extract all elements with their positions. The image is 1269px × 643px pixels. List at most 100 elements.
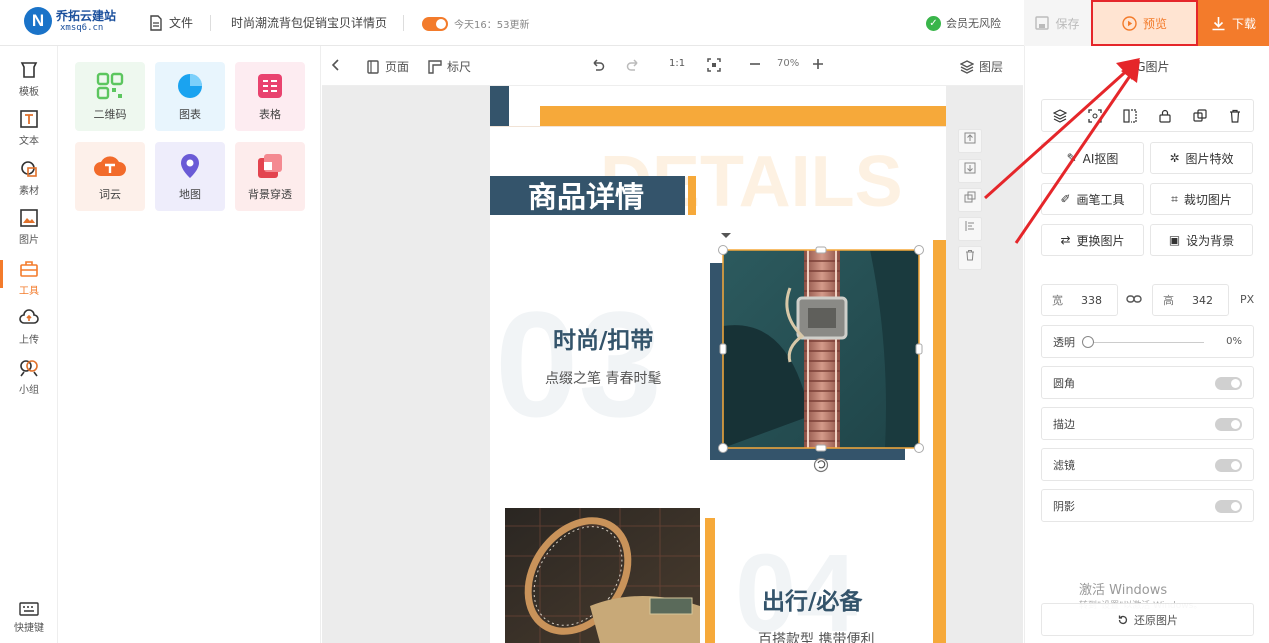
- download-button-label: 下载: [1231, 16, 1256, 31]
- document-title[interactable]: 时尚潮流背包促销宝贝详情页: [231, 14, 387, 31]
- logo-domain: xmsq6.cn: [60, 22, 104, 33]
- height-field[interactable]: 高 342: [1152, 284, 1229, 316]
- chevron-left-icon: [331, 59, 339, 71]
- rail-item-label: 文本: [19, 136, 39, 147]
- logo-name: 乔拓云建站: [56, 8, 117, 23]
- zoom-out-button[interactable]: [749, 58, 761, 70]
- rail-item-tools[interactable]: 工具: [0, 259, 58, 297]
- link-icon: [1126, 295, 1142, 303]
- toggle-label: 滤镜: [1053, 458, 1075, 472]
- height-value: 342: [1192, 293, 1213, 307]
- divider: [210, 15, 211, 31]
- image-effects-button[interactable]: ✲ 图片特效: [1150, 142, 1253, 174]
- opacity-row: 透明 0%: [1041, 325, 1254, 358]
- copy-icon: [964, 191, 976, 203]
- divider: [403, 15, 404, 31]
- tool-table[interactable]: 表格: [235, 62, 305, 131]
- image-icon: [20, 209, 38, 227]
- copy-icon[interactable]: [1193, 108, 1207, 123]
- shadow-toggle[interactable]: [1215, 500, 1242, 513]
- send-backward-icon: [964, 162, 976, 174]
- fit-screen-button[interactable]: [707, 58, 721, 72]
- toggle-label: 圆角: [1053, 376, 1075, 390]
- autosave-toggle[interactable]: [422, 16, 448, 31]
- lock-icon[interactable]: [1158, 109, 1172, 123]
- heading-text: 商品详情: [528, 180, 644, 214]
- undo-button[interactable]: [591, 58, 605, 72]
- canvas-toolbar: 页面 标尺 1:1 70% 图层: [322, 46, 1023, 86]
- ai-cutout-button[interactable]: ✎ AI抠图: [1041, 142, 1144, 174]
- ai-cutout-label: AI抠图: [1082, 151, 1119, 166]
- top-gold-bar: [540, 106, 946, 126]
- material-icon: [21, 161, 37, 177]
- set-background-button[interactable]: ▣ 设为背景: [1150, 224, 1253, 256]
- filter-toggle[interactable]: [1215, 459, 1242, 472]
- top-bar: N 乔拓云建站 xmsq6.cn 文件 时尚潮流背包促销宝贝详情页 今天16：5…: [0, 0, 1269, 46]
- zoom-in-button[interactable]: [812, 58, 824, 70]
- duplicate-button[interactable]: [958, 188, 982, 212]
- rounded-corners-row: 圆角: [1041, 366, 1254, 399]
- tool-label: 图表: [179, 108, 201, 121]
- file-menu[interactable]: 文件: [149, 14, 193, 31]
- aspect-lock-button[interactable]: [1126, 292, 1142, 309]
- unit-label: PX: [1240, 293, 1255, 306]
- check-circle-icon: ✓: [926, 15, 941, 31]
- rail-item-image[interactable]: 图片: [0, 208, 58, 246]
- rail-item-upload[interactable]: 上传: [0, 308, 58, 346]
- page-settings-button[interactable]: 页面: [366, 58, 409, 75]
- trash-icon[interactable]: [1228, 109, 1242, 123]
- canvas-area: DETAILS 商品详情 03 时尚/扣带 点缀之笔 青春时髦 04 出行/必备…: [322, 86, 1023, 643]
- design-artwork: DETAILS 商品详情 03 时尚/扣带 点缀之笔 青春时髦 04 出行/必备…: [490, 86, 946, 643]
- design-page[interactable]: DETAILS 商品详情 03 时尚/扣带 点缀之笔 青春时髦 04 出行/必备…: [490, 86, 946, 643]
- windows-watermark-title: 激活 Windows: [1079, 583, 1168, 598]
- layers-icon[interactable]: [1052, 108, 1067, 123]
- align-button[interactable]: [958, 217, 982, 241]
- width-field[interactable]: 宽 338: [1041, 284, 1118, 316]
- ruler-button[interactable]: 标尺: [428, 58, 471, 75]
- rail-item-text[interactable]: 文本: [0, 109, 58, 147]
- zoom-level[interactable]: 70%: [777, 58, 799, 69]
- opacity-label: 透明: [1053, 335, 1075, 349]
- brush-tool-button[interactable]: ✐ 画笔工具: [1041, 183, 1144, 215]
- preview-button[interactable]: 预览: [1091, 0, 1198, 46]
- preview-button-label: 预览: [1142, 16, 1167, 31]
- stroke-toggle[interactable]: [1215, 418, 1242, 431]
- flip-icon[interactable]: [1123, 108, 1137, 123]
- opacity-slider-handle[interactable]: [1082, 336, 1094, 348]
- collapse-panel-button[interactable]: [331, 58, 341, 72]
- keyboard-icon: [19, 602, 39, 616]
- actual-size-button[interactable]: 1:1: [669, 58, 685, 69]
- group-icon: [20, 360, 38, 377]
- focus-icon[interactable]: [1088, 108, 1102, 123]
- rail-item-material[interactable]: 素材: [0, 159, 58, 197]
- tool-wordcloud[interactable]: 词云: [75, 142, 145, 211]
- layers-button[interactable]: 图层: [960, 58, 1003, 75]
- properties-panel: JPG图片 ✎ AI抠图 ✲ 图片特效 ✐ 画笔工具 ⌗ 裁切图片 ⇄ 更换图片 ▣ 设为背…: [1024, 46, 1269, 643]
- rail-item-shortcuts[interactable]: 快捷键: [0, 602, 58, 634]
- bring-forward-button[interactable]: [958, 129, 982, 153]
- delete-element-button[interactable]: [958, 246, 982, 270]
- section-number-03: 03: [495, 280, 662, 448]
- fit-screen-icon: [707, 58, 721, 72]
- membership-status[interactable]: ✓ 会员无风险: [926, 15, 1001, 31]
- tool-qrcode[interactable]: 二维码: [75, 62, 145, 131]
- replace-icon: ⇄: [1060, 233, 1071, 247]
- rail-item-template[interactable]: 模板: [0, 60, 58, 98]
- restore-image-button[interactable]: 还原图片: [1041, 603, 1254, 636]
- tool-background[interactable]: 背景穿透: [235, 142, 305, 211]
- send-backward-button[interactable]: [958, 159, 982, 183]
- opacity-slider-track[interactable]: [1088, 342, 1204, 343]
- panel-title: JPG图片: [1125, 60, 1170, 74]
- crop-image-button[interactable]: ⌗ 裁切图片: [1150, 183, 1253, 215]
- download-button[interactable]: 下载: [1198, 0, 1269, 46]
- product-photo-racket: [505, 508, 700, 643]
- rail-item-group[interactable]: 小组: [0, 358, 58, 396]
- rounded-corners-toggle[interactable]: [1215, 377, 1242, 390]
- section-title-1: 时尚/扣带: [553, 328, 653, 354]
- tool-map[interactable]: 地图: [155, 142, 225, 211]
- tool-chart[interactable]: 图表: [155, 62, 225, 131]
- save-button[interactable]: 保存: [1024, 0, 1091, 46]
- replace-image-button[interactable]: ⇄ 更换图片: [1041, 224, 1144, 256]
- redo-button[interactable]: [626, 58, 640, 72]
- logo[interactable]: N 乔拓云建站 xmsq6.cn: [24, 7, 116, 35]
